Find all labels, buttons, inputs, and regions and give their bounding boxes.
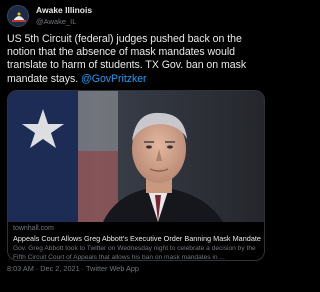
link-card[interactable]: townhall.com Appeals Court Allows Greg A… [7,90,265,261]
card-photo [8,91,264,222]
display-name[interactable]: Awake Illinois [36,5,92,16]
tweet-source[interactable]: Twitter Web App [86,264,139,273]
tweet: Awake Illinois @Awake_IL US 5th Circuit … [0,0,274,292]
tweet-header: Awake Illinois @Awake_IL [7,4,92,28]
card-meta: townhall.com Appeals Court Allows Greg A… [13,224,261,261]
awake-illinois-logo-icon [9,7,28,26]
avatar[interactable] [7,5,29,27]
author-names: Awake Illinois @Awake_IL [36,5,92,27]
tweet-footer: 8:03 AM · Dec 2, 2021 · Twitter Web App [7,264,139,273]
mention-link[interactable]: @GovPritzker [81,73,147,85]
card-description: Gov. Greg Abbott took to Twitter on Wedn… [13,245,256,261]
tweet-time[interactable]: 8:03 AM [7,264,34,273]
handle[interactable]: @Awake_IL [36,16,92,27]
tweet-text: US 5th Circuit (federal) judges pushed b… [7,33,269,86]
card-domain: townhall.com [13,225,54,232]
card-image[interactable] [8,91,264,222]
tweet-date[interactable]: Dec 2, 2021 [40,264,79,273]
card-title[interactable]: Appeals Court Allows Greg Abbott's Execu… [13,234,261,244]
